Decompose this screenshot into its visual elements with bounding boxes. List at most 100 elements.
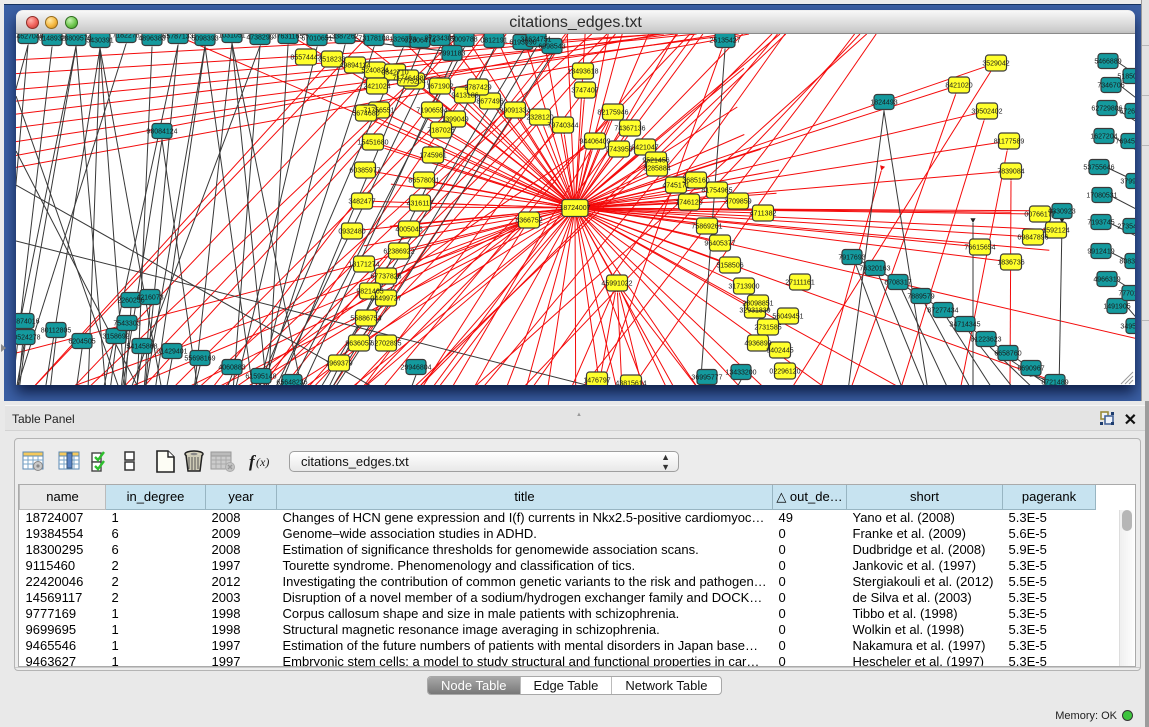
svg-text:9413186: 9413186 bbox=[451, 93, 478, 100]
svg-text:1627204: 1627204 bbox=[1090, 134, 1117, 141]
svg-text:67010651: 67010651 bbox=[301, 36, 332, 43]
svg-text:61595148: 61595148 bbox=[245, 374, 276, 381]
svg-text:1746120: 1746120 bbox=[675, 200, 702, 207]
svg-text:5009788: 5009788 bbox=[450, 37, 477, 44]
svg-text:76615654: 76615654 bbox=[964, 245, 995, 252]
svg-text:3285884: 3285884 bbox=[643, 166, 670, 173]
svg-text:94406409: 94406409 bbox=[579, 139, 610, 146]
svg-text:81223623: 81223623 bbox=[970, 337, 1001, 344]
svg-text:7543303: 7543303 bbox=[113, 321, 140, 328]
svg-text:9521456: 9521456 bbox=[642, 158, 669, 165]
svg-text:6658760: 6658760 bbox=[994, 351, 1021, 358]
svg-text:1671902: 1671902 bbox=[426, 84, 453, 91]
svg-text:6998543: 6998543 bbox=[538, 44, 565, 51]
svg-text:71906594: 71906594 bbox=[416, 108, 447, 115]
svg-text:1969379: 1969379 bbox=[325, 361, 352, 368]
svg-text:0812191: 0812191 bbox=[480, 38, 507, 45]
svg-text:27111161: 27111161 bbox=[785, 280, 815, 287]
svg-text:85574443: 85574443 bbox=[290, 55, 321, 62]
svg-text:2328120: 2328120 bbox=[526, 115, 553, 122]
svg-text:(x): (x) bbox=[256, 455, 269, 469]
svg-text:8721489: 8721489 bbox=[1041, 380, 1068, 386]
svg-text:69847896: 69847896 bbox=[1017, 235, 1048, 242]
svg-text:5098393: 5098393 bbox=[191, 36, 218, 43]
svg-text:8708317: 8708317 bbox=[884, 280, 911, 287]
svg-text:7187026: 7187026 bbox=[427, 128, 454, 135]
svg-text:01429401: 01429401 bbox=[156, 349, 187, 356]
svg-text:87277434: 87277434 bbox=[927, 308, 958, 315]
svg-text:81754965: 81754965 bbox=[701, 188, 732, 195]
svg-text:4316117: 4316117 bbox=[407, 201, 434, 208]
svg-text:2421024: 2421024 bbox=[363, 84, 390, 91]
svg-text:57262849: 57262849 bbox=[1119, 109, 1135, 116]
svg-text:99091334: 99091334 bbox=[499, 108, 530, 115]
svg-text:2787429: 2787429 bbox=[464, 85, 491, 92]
svg-text:34874016: 34874016 bbox=[16, 319, 40, 326]
svg-text:1745961: 1745961 bbox=[419, 153, 446, 160]
svg-text:00766177: 00766177 bbox=[1024, 212, 1055, 219]
svg-text:34957885: 34957885 bbox=[1120, 324, 1135, 331]
svg-text:02296120: 02296120 bbox=[769, 369, 800, 376]
svg-text:4711382: 4711382 bbox=[750, 211, 777, 218]
svg-text:7917693: 7917693 bbox=[838, 255, 865, 262]
svg-text:1592124: 1592124 bbox=[1042, 228, 1069, 235]
svg-text:37996507: 37996507 bbox=[1120, 179, 1135, 186]
svg-text:82175946: 82175946 bbox=[597, 110, 628, 117]
svg-text:25135427: 25135427 bbox=[709, 38, 740, 45]
svg-text:36995777: 36995777 bbox=[691, 375, 722, 382]
svg-text:34714345: 34714345 bbox=[949, 322, 980, 329]
svg-text:55886753: 55886753 bbox=[350, 316, 381, 323]
svg-text:43815614: 43815614 bbox=[615, 381, 646, 386]
svg-text:54145868: 54145868 bbox=[126, 344, 157, 351]
svg-text:1824493: 1824493 bbox=[870, 100, 897, 107]
svg-text:0932480: 0932480 bbox=[338, 229, 365, 236]
svg-text:9743953: 9743953 bbox=[605, 147, 632, 154]
svg-text:29946804: 29946804 bbox=[400, 365, 431, 372]
svg-text:45991022: 45991022 bbox=[601, 281, 632, 288]
svg-text:1836736: 1836736 bbox=[997, 260, 1024, 267]
svg-text:9421047: 9421047 bbox=[631, 145, 658, 152]
svg-text:5466889: 5466889 bbox=[1094, 59, 1121, 66]
svg-text:74367136: 74367136 bbox=[614, 126, 645, 133]
svg-text:80831367: 80831367 bbox=[1119, 259, 1135, 266]
svg-text:51850671: 51850671 bbox=[1117, 74, 1135, 81]
svg-text:4966319: 4966319 bbox=[1093, 277, 1120, 284]
svg-text:8421020: 8421020 bbox=[945, 83, 972, 90]
svg-text:7889579: 7889579 bbox=[907, 294, 934, 301]
svg-text:9402445: 9402445 bbox=[766, 348, 793, 355]
svg-text:13493618: 13493618 bbox=[567, 69, 598, 76]
svg-text:7193745: 7193745 bbox=[1087, 220, 1114, 227]
svg-text:76945314: 76945314 bbox=[1115, 139, 1135, 146]
svg-text:73178108: 73178108 bbox=[358, 36, 389, 43]
svg-text:15451680: 15451680 bbox=[357, 140, 388, 147]
svg-text:3158692: 3158692 bbox=[102, 334, 129, 341]
svg-text:8366752: 8366752 bbox=[515, 218, 542, 225]
svg-text:62386922: 62386922 bbox=[383, 249, 414, 256]
svg-text:4738299: 4738299 bbox=[246, 35, 273, 42]
svg-text:4005045: 4005045 bbox=[395, 227, 422, 234]
svg-text:96405377: 96405377 bbox=[704, 241, 735, 248]
svg-text:4216073: 4216073 bbox=[136, 295, 163, 302]
svg-text:75869261: 75869261 bbox=[691, 224, 722, 231]
svg-text:65648236: 65648236 bbox=[276, 380, 307, 386]
svg-text:31713900: 31713900 bbox=[728, 284, 759, 291]
svg-text:17080531: 17080531 bbox=[1086, 193, 1117, 200]
svg-text:3709859: 3709859 bbox=[724, 199, 751, 206]
svg-text:79740344: 79740344 bbox=[547, 123, 578, 130]
svg-text:4060883: 4060883 bbox=[218, 365, 245, 372]
svg-text:9912419: 9912419 bbox=[1087, 249, 1114, 256]
svg-text:1399049: 1399049 bbox=[441, 117, 468, 124]
svg-text:13433200: 13433200 bbox=[725, 370, 756, 377]
svg-text:9636057: 9636057 bbox=[345, 341, 372, 348]
svg-text:2731585: 2731585 bbox=[754, 325, 781, 332]
svg-text:7770143: 7770143 bbox=[1118, 291, 1135, 298]
svg-text:7991183: 7991183 bbox=[439, 51, 466, 58]
svg-text:7346706: 7346706 bbox=[1097, 83, 1124, 90]
svg-text:04499727: 04499727 bbox=[370, 296, 401, 303]
svg-text:1491905: 1491905 bbox=[1103, 304, 1130, 311]
svg-text:98084124: 98084124 bbox=[146, 129, 177, 136]
svg-text:5430391: 5430391 bbox=[86, 38, 113, 45]
svg-text:56049451: 56049451 bbox=[772, 314, 803, 321]
svg-text:27354549: 27354549 bbox=[1117, 224, 1135, 231]
svg-text:80112805: 80112805 bbox=[41, 328, 72, 335]
